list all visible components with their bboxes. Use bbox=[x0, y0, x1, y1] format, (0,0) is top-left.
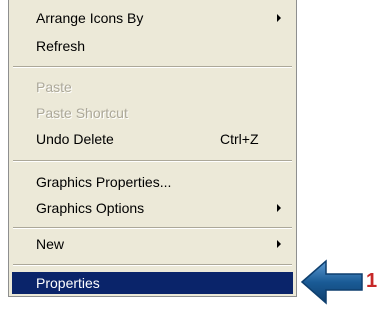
menu-item-label: Undo Delete bbox=[36, 131, 114, 147]
menu-item-label: Refresh bbox=[36, 38, 86, 54]
submenu-arrow-icon bbox=[277, 240, 281, 248]
menu-item-label: Graphics Options bbox=[36, 200, 145, 216]
menu-item-arrange-icons-by[interactable]: Arrange Icons By bbox=[12, 6, 293, 30]
menu-item-undo-delete[interactable]: Undo Delete Ctrl+Z bbox=[12, 127, 293, 151]
menu-item-label: Paste Shortcut bbox=[36, 105, 128, 121]
menu-item-properties[interactable]: Properties bbox=[12, 272, 293, 294]
menu-item-new[interactable]: New bbox=[12, 232, 293, 256]
menu-item-paste[interactable]: Paste bbox=[12, 75, 293, 99]
screenshot-stage: Arrange Icons By Refresh Paste Paste Sho… bbox=[0, 0, 385, 317]
left-arrow-icon bbox=[300, 259, 363, 305]
menu-item-label: Properties bbox=[36, 275, 100, 291]
menu-item-label: Graphics Properties... bbox=[36, 174, 172, 190]
menu-item-label: Paste bbox=[36, 79, 72, 95]
menu-item-graphics-options[interactable]: Graphics Options bbox=[12, 196, 293, 220]
submenu-arrow-icon bbox=[277, 204, 281, 212]
menu-separator bbox=[13, 264, 292, 266]
menu-separator bbox=[13, 227, 292, 229]
menu-item-graphics-properties[interactable]: Graphics Properties... bbox=[12, 170, 293, 194]
menu-item-paste-shortcut[interactable]: Paste Shortcut bbox=[12, 101, 293, 125]
menu-separator bbox=[13, 66, 292, 68]
menu-item-shortcut: Ctrl+Z bbox=[220, 131, 259, 147]
menu-item-label: New bbox=[36, 236, 65, 252]
menu-separator bbox=[13, 160, 292, 162]
desktop-context-menu: Arrange Icons By Refresh Paste Paste Sho… bbox=[8, 0, 297, 297]
menu-item-refresh[interactable]: Refresh bbox=[12, 34, 293, 58]
callout-number: 1 bbox=[366, 270, 378, 292]
menu-item-label: Arrange Icons By bbox=[36, 10, 144, 26]
submenu-arrow-icon bbox=[277, 14, 281, 22]
